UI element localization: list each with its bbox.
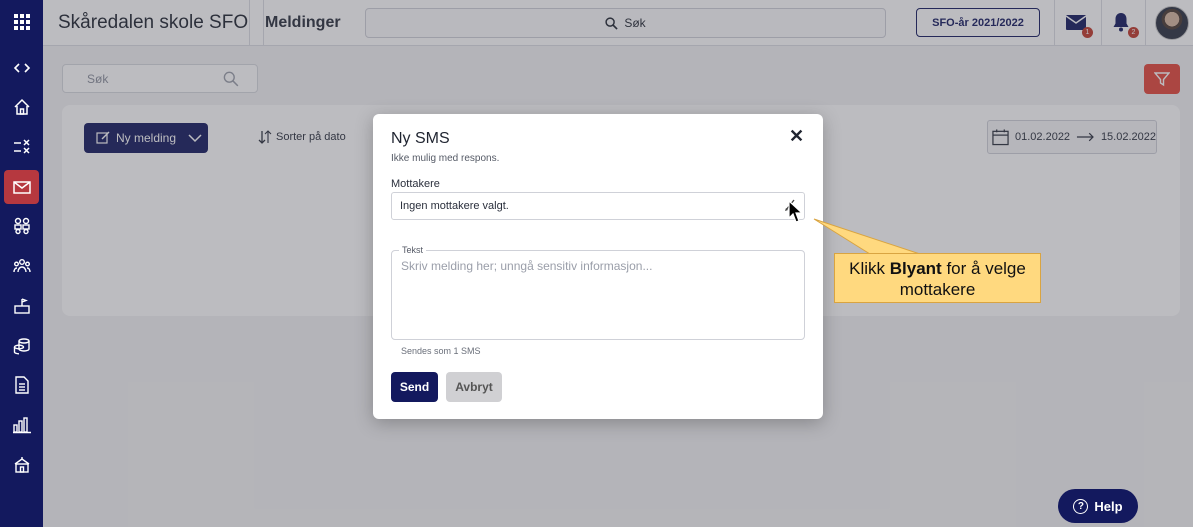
- instruction-callout: Klikk Blyant for å velge mottakere: [834, 253, 1041, 303]
- callout-line2: mottakere: [899, 280, 976, 299]
- callout-suffix: for å velge: [941, 259, 1026, 278]
- message-placeholder: Skriv melding her; unngå sensitiv inform…: [401, 259, 653, 273]
- dialog-title: Ny SMS: [391, 130, 450, 147]
- callout-prefix: Klikk: [849, 259, 890, 278]
- code-icon[interactable]: [0, 51, 43, 85]
- mail-icon[interactable]: [4, 170, 39, 204]
- callout-bold: Blyant: [889, 259, 942, 278]
- coins-icon[interactable]: [0, 329, 43, 363]
- new-sms-dialog: Ny SMS Ikke mulig med respons. ✕ Mottake…: [373, 114, 823, 419]
- dialog-subtitle: Ikke mulig med respons.: [391, 153, 500, 164]
- close-icon[interactable]: ✕: [789, 126, 804, 147]
- send-button[interactable]: Send: [391, 372, 438, 402]
- people-icon[interactable]: [0, 249, 43, 283]
- help-button[interactable]: ? Help: [1058, 489, 1138, 523]
- groups-icon[interactable]: [0, 209, 43, 243]
- home-icon[interactable]: [0, 90, 43, 124]
- recipients-field[interactable]: Ingen mottakere valgt.: [391, 192, 805, 220]
- sidebar: [0, 0, 43, 527]
- document-icon[interactable]: [0, 368, 43, 402]
- help-label: Help: [1094, 498, 1123, 514]
- text-legend: Tekst: [399, 245, 427, 255]
- grid-icon[interactable]: [0, 5, 43, 39]
- tasks-icon[interactable]: [0, 130, 43, 164]
- cancel-button[interactable]: Avbryt: [446, 372, 502, 402]
- recipients-label: Mottakere: [391, 178, 440, 190]
- recipients-value: Ingen mottakere valgt.: [400, 200, 509, 212]
- sms-count: Sendes som 1 SMS: [401, 346, 481, 356]
- school-icon[interactable]: [0, 448, 43, 482]
- building-icon[interactable]: [0, 289, 43, 323]
- mouse-cursor-icon: [788, 200, 804, 223]
- help-question-icon: ?: [1073, 498, 1089, 514]
- chart-icon[interactable]: [0, 408, 43, 442]
